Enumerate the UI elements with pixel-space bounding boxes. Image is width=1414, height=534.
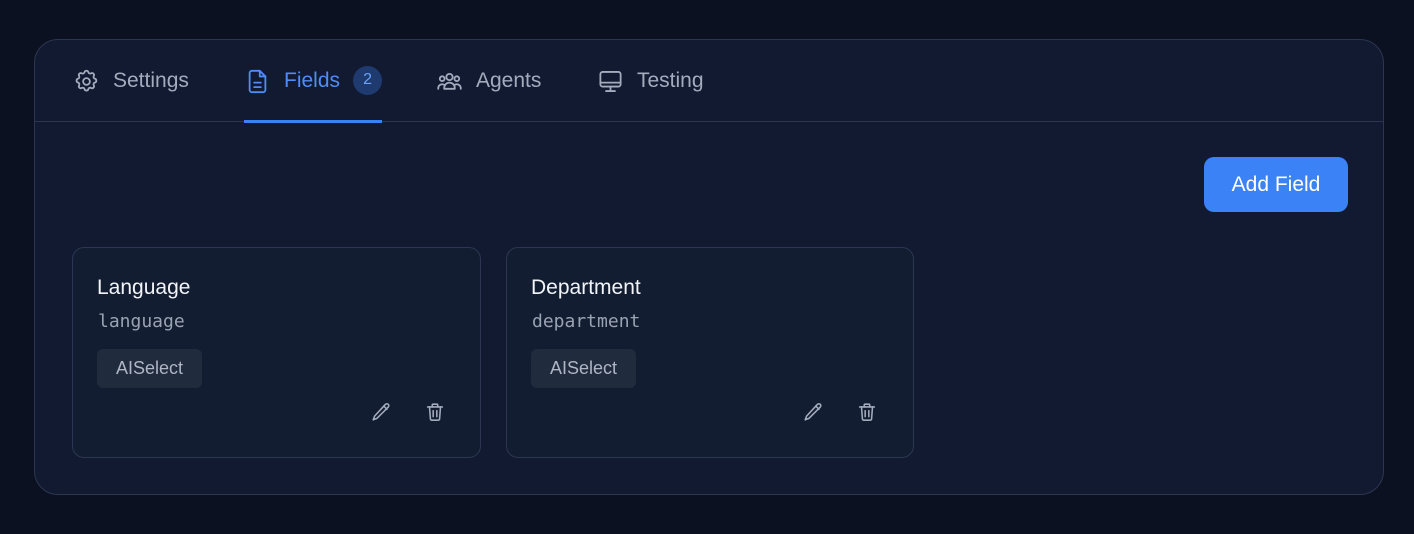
field-type-tag: AISelect xyxy=(531,349,637,388)
edit-field-button[interactable] xyxy=(798,397,828,427)
gear-icon xyxy=(75,69,98,91)
monitor-icon xyxy=(599,70,622,92)
tab-testing-label: Testing xyxy=(637,69,704,92)
field-key: department xyxy=(532,311,641,332)
trash-icon xyxy=(426,403,444,421)
delete-field-button[interactable] xyxy=(420,397,450,427)
tab-agents[interactable]: Agents xyxy=(436,40,541,122)
tab-fields-label: Fields xyxy=(284,69,341,92)
tab-testing[interactable]: Testing xyxy=(597,40,704,122)
field-card-department: Department department AISelect xyxy=(506,247,914,458)
field-key: language xyxy=(98,311,185,332)
add-field-button[interactable]: Add Field xyxy=(1204,157,1348,212)
field-title: Language xyxy=(97,276,191,299)
document-icon xyxy=(248,69,267,93)
tab-agents-label: Agents xyxy=(476,69,542,92)
trash-icon xyxy=(858,403,876,421)
fields-count-badge: 2 xyxy=(353,65,383,95)
tab-settings-label: Settings xyxy=(113,69,189,92)
fields-panel: Settings Fields 2 Agents Testing Add Fie… xyxy=(34,39,1384,495)
pencil-icon xyxy=(804,403,822,421)
tab-fields[interactable]: Fields 2 xyxy=(244,40,383,123)
tab-bar: Settings Fields 2 Agents Testing xyxy=(35,40,1383,123)
tab-settings[interactable]: Settings xyxy=(73,40,189,122)
delete-field-button[interactable] xyxy=(852,397,882,427)
field-type-tag: AISelect xyxy=(97,349,203,388)
edit-field-button[interactable] xyxy=(366,397,396,427)
field-title: Department xyxy=(531,276,641,299)
field-card-language: Language language AISelect xyxy=(72,247,481,458)
users-icon xyxy=(437,72,462,90)
pencil-icon xyxy=(372,403,390,421)
